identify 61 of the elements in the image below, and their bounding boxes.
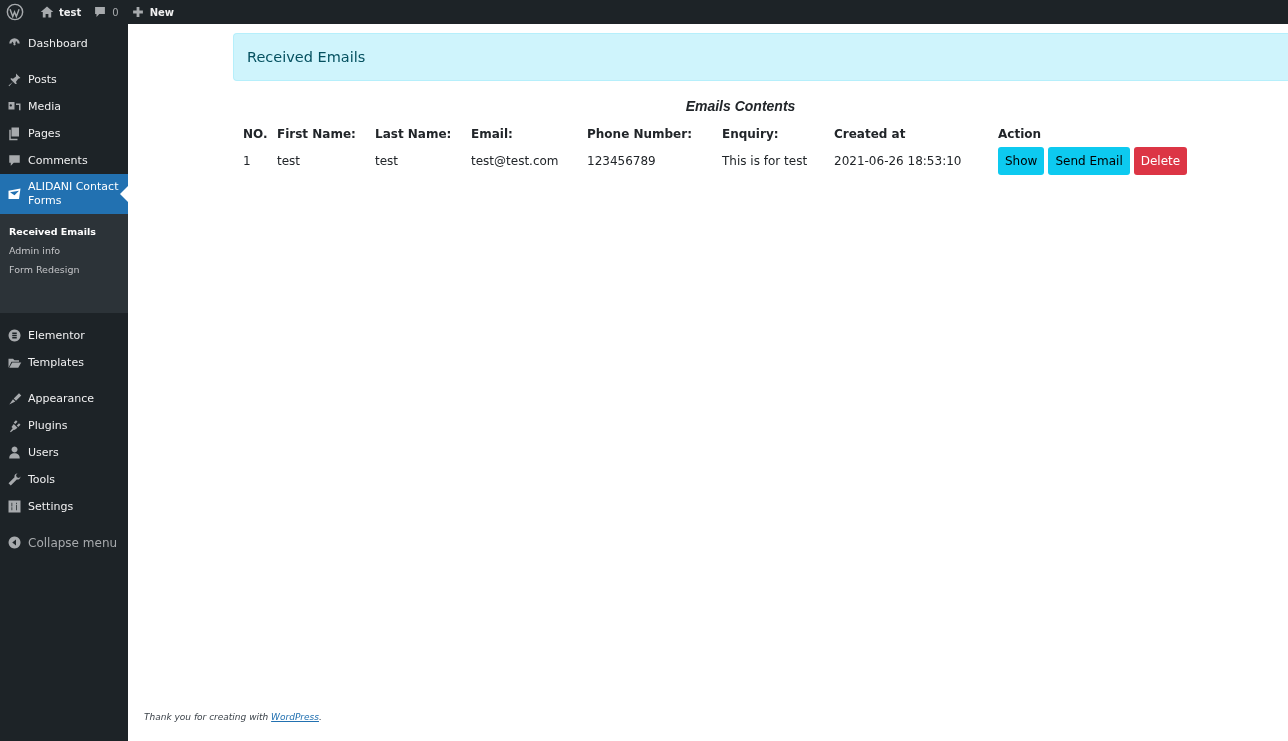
column-header: Last Name: [375,127,453,141]
comments-link[interactable]: 0 [93,5,119,19]
menu-icon [7,499,22,514]
new-label: New [149,6,175,18]
menu-icon [7,418,22,433]
current-pointer-icon [120,186,128,202]
collapse-menu-button[interactable]: Collapse menu [0,529,128,556]
action-button[interactable]: Delete [1133,147,1188,175]
column-header: Phone Number: [587,127,693,141]
menu-icon [7,472,22,487]
column-header: Enquiry: [722,127,780,141]
page-title: Received Emails [247,49,366,65]
sidebar-item[interactable]: Plugins [0,412,128,439]
sidebar-item[interactable]: Tools [0,466,128,493]
collapse-icon [7,535,22,550]
table-cell-text: This is for test [722,154,809,168]
column-header: Created at [834,127,907,141]
comment-icon [93,5,108,19]
plus-icon [130,5,145,19]
site-name-link[interactable]: test [40,5,82,19]
submenu-item[interactable]: Admin info [0,241,128,260]
table-cell-text: test [277,154,302,168]
menu-icon [7,126,22,141]
new-link[interactable]: New [130,5,175,19]
submenu-item[interactable]: Received Emails [0,222,128,241]
table-cell-text: 2021-06-26 18:53:10 [834,154,963,168]
table-cell-text: test@test.com [471,154,560,168]
submenu-item[interactable]: Form Redesign [0,260,128,279]
wordpress-link[interactable]: WordPress [271,712,319,722]
menu-icon [7,445,22,460]
column-header: NO. [243,127,269,141]
sidebar-item[interactable]: Templates [0,349,128,376]
footer-text: Thank you for creating with WordPress. [144,712,323,722]
sidebar-item[interactable]: Dashboard [0,30,128,57]
site-name: test [59,6,82,18]
sidebar-item[interactable]: Users [0,439,128,466]
sidebar-item[interactable]: Comments [0,147,128,174]
sidebar-item[interactable]: Elementor [0,322,128,349]
sidebar-item[interactable]: Posts [0,66,128,93]
menu-icon [7,328,22,343]
sidebar-item[interactable]: Appearance [0,385,128,412]
sidebar-item[interactable]: Settings [0,493,128,520]
table-caption: Emails Contents [684,98,797,114]
menu-icon [7,391,22,406]
table-cell-text: test [375,154,400,168]
column-header: First Name: [277,127,357,141]
menu-icon [7,153,22,168]
comments-count: 0 [112,6,119,18]
menu-icon [7,186,22,202]
home-icon [40,5,54,19]
wordpress-logo-icon[interactable] [6,3,24,21]
column-header: Action [998,127,1043,141]
sidebar-item[interactable]: ALIDANI Contact Forms [0,174,128,214]
table-cell-text: 123456789 [587,154,657,168]
table-cell-text: 1 [243,154,252,168]
sidebar-item[interactable]: Media [0,93,128,120]
sidebar-item[interactable]: Pages [0,120,128,147]
action-button[interactable]: Show [998,147,1045,175]
menu-icon [7,72,22,87]
column-header: Email: [471,127,514,141]
action-button[interactable]: Send Email [1048,147,1130,175]
